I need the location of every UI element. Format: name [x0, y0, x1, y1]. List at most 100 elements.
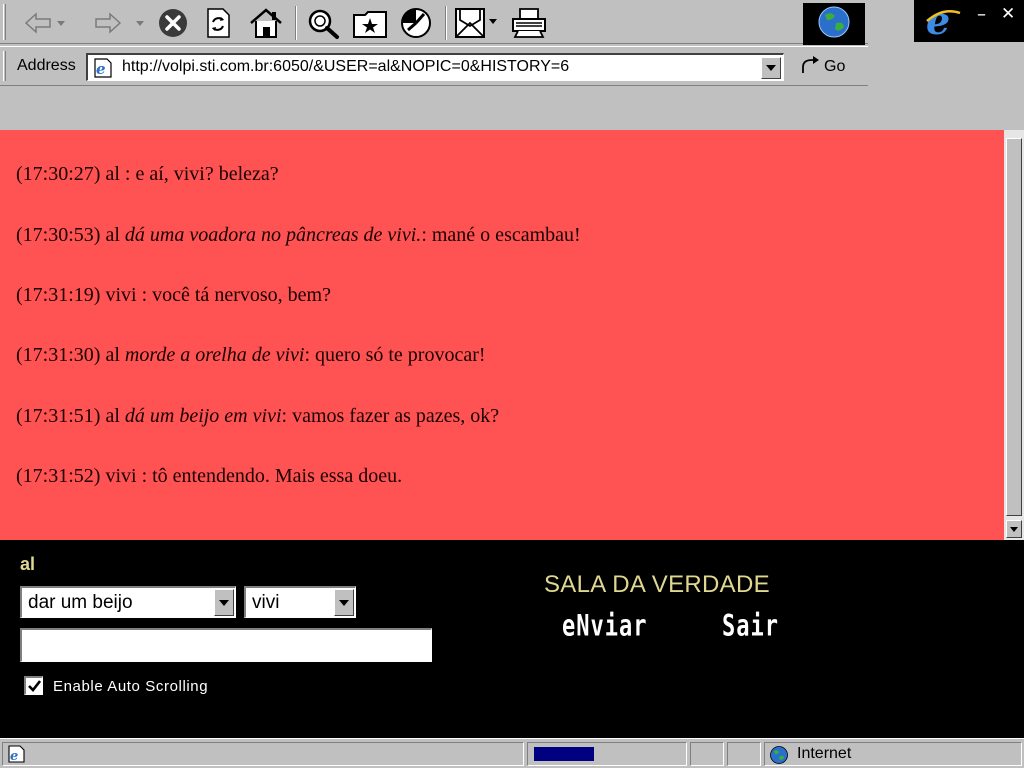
action-select-arrow[interactable]	[214, 589, 234, 616]
svg-text:e: e	[96, 60, 106, 78]
message-action: dá um beijo em vivi	[124, 405, 282, 427]
address-grip[interactable]	[3, 51, 6, 81]
action-select-value: dar um beijo	[28, 592, 133, 613]
message-action: dá uma voadora no pâncreas de vivi.	[124, 224, 422, 246]
mail-icon	[454, 6, 502, 40]
toolbar-separator	[445, 6, 447, 40]
room-title: SALA DA VERDADE	[544, 571, 770, 598]
scroll-thumb[interactable]	[1006, 138, 1022, 516]
page-icon: e	[91, 58, 115, 83]
go-button[interactable]: Go	[800, 55, 845, 79]
address-bar: Address e http://volpi.sti.com.br:6050/&…	[0, 46, 868, 86]
forward-icon	[92, 10, 148, 36]
chevron-down-icon	[219, 599, 229, 606]
address-input[interactable]: e http://volpi.sti.com.br:6050/&USER=al&…	[86, 53, 784, 81]
message-text: você tá nervoso, bem?	[152, 284, 331, 306]
message-time: (17:31:52)	[16, 465, 101, 487]
mail-button[interactable]	[454, 6, 502, 40]
history-button[interactable]	[398, 6, 436, 40]
refresh-button[interactable]	[203, 6, 233, 40]
target-select[interactable]: vivi	[244, 586, 356, 618]
zone-pane: Internet	[764, 742, 1022, 766]
progress-pane	[527, 742, 687, 766]
toolbar-grip[interactable]	[3, 4, 6, 40]
auto-scroll-checkbox[interactable]	[24, 676, 43, 695]
message-user: al	[105, 224, 120, 246]
minimize-button[interactable]: –	[977, 6, 986, 24]
chevron-down-icon	[1010, 526, 1018, 532]
message-user: al	[105, 344, 120, 366]
chat-message: (17:31:51) al dá um beijo em vivi: vamos…	[16, 405, 499, 428]
message-sep: :	[119, 163, 136, 185]
message-text: vamos fazer as pazes, ok?	[292, 405, 500, 427]
status-pane	[727, 742, 761, 766]
message-input[interactable]	[20, 628, 432, 662]
chevron-down-icon	[339, 599, 349, 606]
close-button[interactable]: ✕	[1001, 5, 1015, 23]
message-sep: :	[281, 405, 293, 427]
go-label: Go	[824, 58, 846, 75]
message-text: quero só te provocar!	[315, 344, 486, 366]
favorites-button[interactable]	[352, 6, 388, 40]
message-user: al	[105, 405, 120, 427]
favorites-icon	[352, 7, 388, 39]
address-url: http://volpi.sti.com.br:6050/&USER=al&NO…	[122, 58, 570, 75]
checkmark-icon	[27, 680, 41, 692]
forward-button[interactable]	[92, 6, 148, 40]
status-bar: e Internet	[0, 738, 1024, 768]
print-icon	[510, 7, 548, 39]
ie-logo-icon: e	[924, 0, 962, 44]
message-time: (17:31:30)	[16, 344, 101, 366]
page-status-icon: e	[6, 745, 28, 768]
browser-throbber	[803, 3, 865, 45]
message-text: tô entendendo. Mais essa doeu.	[152, 465, 403, 487]
message-sep: :	[136, 465, 153, 487]
target-select-arrow[interactable]	[334, 589, 354, 616]
message-time: (17:31:19)	[16, 284, 101, 306]
action-select[interactable]: dar um beijo	[20, 586, 236, 618]
chevron-down-icon	[766, 65, 776, 71]
history-icon	[398, 6, 436, 40]
message-user: vivi	[105, 465, 137, 487]
search-icon	[305, 6, 341, 40]
message-text: mané o escambau!	[431, 224, 581, 246]
chat-message: (17:31:52) vivi : tô entendendo. Mais es…	[16, 465, 402, 488]
search-button[interactable]	[305, 6, 341, 40]
chat-message: (17:30:27) al : e aí, vivi? beleza?	[16, 163, 279, 186]
stop-button[interactable]	[156, 6, 190, 40]
message-action: morde a orelha de vivi	[124, 344, 305, 366]
stop-icon	[156, 6, 190, 40]
progress-bar	[534, 747, 594, 761]
go-arrow-icon	[800, 55, 820, 80]
message-sep: :	[304, 344, 316, 366]
message-user: al	[105, 163, 120, 185]
home-button[interactable]	[248, 6, 284, 40]
browser-toolbar	[0, 0, 868, 45]
window-controls: e – ✕	[914, 0, 1024, 44]
print-button[interactable]	[510, 6, 548, 40]
status-text-pane: e	[2, 742, 524, 766]
chat-scrollbar[interactable]	[1004, 130, 1024, 540]
home-icon	[248, 6, 284, 40]
current-username: al	[20, 554, 36, 574]
refresh-icon	[203, 7, 233, 39]
svg-text:e: e	[10, 749, 18, 763]
exit-button[interactable]: Sair	[722, 610, 779, 644]
chat-frame: (17:30:27) al : e aí, vivi? beleza? (17:…	[0, 130, 1004, 540]
back-button[interactable]	[22, 6, 66, 40]
address-label: Address	[17, 57, 76, 74]
message-user: vivi	[105, 284, 137, 306]
address-dropdown-button[interactable]	[761, 57, 781, 79]
message-sep: :	[421, 224, 432, 246]
message-text: e aí, vivi? beleza?	[135, 163, 279, 185]
zone-label: Internet	[797, 745, 852, 762]
status-pane	[690, 742, 724, 766]
send-button[interactable]: eNviar	[562, 610, 647, 644]
message-time: (17:31:51)	[16, 405, 101, 427]
chat-message: (17:31:30) al morde a orelha de vivi: qu…	[16, 344, 486, 367]
scroll-down-button[interactable]	[1006, 520, 1022, 538]
back-icon	[22, 10, 66, 36]
message-time: (17:30:27)	[16, 163, 101, 185]
auto-scroll-label: Enable Auto Scrolling	[53, 678, 209, 695]
input-frame: al dar um beijo vivi Enable Auto Scrolli…	[0, 540, 1024, 738]
